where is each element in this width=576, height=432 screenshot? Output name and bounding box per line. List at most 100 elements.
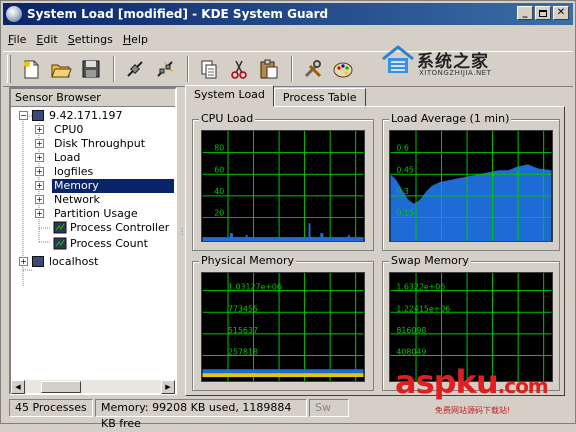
sensor-browser: Sensor Browser − 9.42.171.197 + CPU0 + D… [9, 87, 177, 395]
collapse-icon[interactable]: − [19, 111, 28, 120]
tree-host-remote[interactable]: − 9.42.171.197 [11, 109, 175, 123]
configure-button[interactable] [299, 55, 327, 83]
tree-sensor-process-controller[interactable]: Process Controller [11, 221, 175, 235]
scroll-track[interactable] [25, 380, 161, 393]
toolbar-separator [113, 56, 115, 82]
tree-item-cpu0[interactable]: + CPU0 [11, 123, 175, 137]
status-process-count: 45 Processes [9, 399, 93, 417]
expand-icon[interactable]: + [35, 139, 44, 148]
disconnect-host-button[interactable] [151, 55, 179, 83]
watermark-en-text: XITONGZHIJIA.NET [419, 69, 492, 77]
watermark-xitongzhijia: 系统之家 XITONGZHIJIA.NET [381, 43, 531, 83]
scroll-left-button[interactable]: ◀ [11, 380, 25, 394]
y-tick: 408049 [396, 347, 426, 356]
status-swap: Sw [309, 399, 349, 417]
paste-button[interactable] [255, 55, 283, 83]
watermark-aspku-com: .com [497, 374, 549, 398]
arrow-left-icon: ◀ [15, 383, 21, 391]
tree-item-label: Load [54, 151, 81, 164]
y-tick: 1.03127e+06 [228, 283, 282, 292]
disconnect-icon [157, 61, 174, 77]
splitter-handle[interactable]: ⋮ [178, 227, 186, 247]
app-window: System Load [modified] - KDE System Guar… [0, 0, 576, 430]
menu-settings-mnemonic: S [67, 32, 75, 46]
tree-sensor-label: Process Count [70, 237, 148, 250]
expand-icon[interactable]: + [35, 209, 44, 218]
y-tick: 60 [214, 165, 224, 174]
ksysguard-icon[interactable] [6, 6, 22, 22]
close-button[interactable]: ✕ [553, 6, 569, 20]
save-button[interactable] [77, 55, 105, 83]
y-tick: 816098 [396, 326, 426, 335]
expand-icon[interactable]: + [35, 125, 44, 134]
physical-memory-display[interactable]: Physical Memory 1.03127e+06 773455 51563… [192, 254, 374, 391]
scroll-right-button[interactable]: ▶ [161, 380, 175, 394]
menu-edit[interactable]: Edit [31, 33, 62, 46]
expand-icon[interactable]: + [35, 195, 44, 204]
expand-icon[interactable]: + [35, 167, 44, 176]
menu-help[interactable]: Help [118, 33, 153, 46]
toolbar-separator [187, 56, 189, 82]
watermark-aspku-text: aspku.com [395, 363, 549, 401]
display-title: Swap Memory [389, 254, 471, 267]
copy-button[interactable] [195, 55, 223, 83]
y-tick: 80 [214, 144, 224, 153]
open-button[interactable] [47, 55, 75, 83]
tab-system-load[interactable]: System Load [185, 85, 274, 107]
cut-button[interactable] [225, 55, 253, 83]
tab-bar: System Load Process Table [185, 85, 366, 108]
watermark-aspku-subtitle: 免费网站源码下载站! [435, 406, 511, 415]
tree-sensor-label: Process Controller [70, 221, 170, 234]
tree-item-partition-usage[interactable]: + Partition Usage [11, 207, 175, 221]
status-bar: 45 Processes Memory: 99208 KB used, 1189… [9, 399, 351, 430]
y-tick: 1.6322e+06 [396, 283, 445, 292]
computer-icon [32, 256, 44, 267]
scroll-thumb[interactable] [41, 381, 81, 393]
sensor-tree: − 9.42.171.197 + CPU0 + Disk Throughput … [11, 107, 175, 287]
tree-item-disk-throughput[interactable]: + Disk Throughput [11, 137, 175, 151]
maximize-icon [539, 9, 547, 17]
menu-bar: File Edit Settings Help [3, 29, 153, 49]
tree-sensor-process-count[interactable]: Process Count [11, 237, 175, 251]
open-icon [51, 64, 72, 78]
new-button[interactable] [17, 55, 45, 83]
y-tick: 0.6 [396, 144, 408, 153]
tree-item-network[interactable]: + Network [11, 193, 175, 207]
menu-settings[interactable]: Settings [63, 33, 118, 46]
expand-icon[interactable]: + [35, 181, 44, 190]
title-bar[interactable]: System Load [modified] - KDE System Guar… [3, 3, 573, 25]
tree-host-label: 9.42.171.197 [49, 109, 123, 122]
worksheet-panel: CPU Load 80 60 40 20 Load Average (1 min… [185, 106, 565, 396]
save-icon [82, 60, 100, 78]
cpu-load-display[interactable]: CPU Load 80 60 40 20 [192, 112, 374, 251]
tree-item-load[interactable]: + Load [11, 151, 175, 165]
tools-icon [304, 60, 322, 78]
close-icon: ✕ [556, 7, 566, 18]
tree-item-label: logfiles [54, 165, 94, 178]
maximize-button[interactable] [535, 6, 551, 20]
y-tick: 515637 [228, 326, 258, 335]
y-tick: 40 [214, 187, 224, 196]
menu-help-mnemonic: H [122, 32, 132, 46]
y-tick: 0.15 [396, 208, 413, 217]
tab-process-table[interactable]: Process Table [273, 88, 366, 108]
y-tick: 20 [214, 208, 224, 217]
copy-icon [201, 60, 217, 79]
physical-memory-plot: 1.03127e+06 773455 515637 257818 [201, 272, 365, 382]
menu-file[interactable]: File [3, 33, 31, 46]
tree-host-localhost[interactable]: + localhost [11, 255, 175, 269]
menu-help-label: elp [131, 32, 148, 46]
arrow-right-icon: ▶ [165, 383, 171, 391]
tree-item-memory[interactable]: + Memory [11, 179, 175, 193]
expand-icon[interactable]: + [35, 153, 44, 162]
toolbar-grip[interactable] [7, 55, 11, 83]
tree-item-logfiles[interactable]: + logfiles [11, 165, 175, 179]
tree-host-label: localhost [49, 255, 99, 268]
expand-icon[interactable]: + [19, 257, 28, 266]
load-average-display[interactable]: Load Average (1 min) 0.6 0.45 0.3 0.15 [382, 112, 560, 251]
minimize-button[interactable]: _ [517, 6, 533, 20]
connect-host-button[interactable] [121, 55, 149, 83]
computer-icon [32, 110, 44, 121]
horizontal-scrollbar[interactable]: ◀ ▶ [11, 379, 175, 394]
style-button[interactable] [329, 55, 357, 83]
